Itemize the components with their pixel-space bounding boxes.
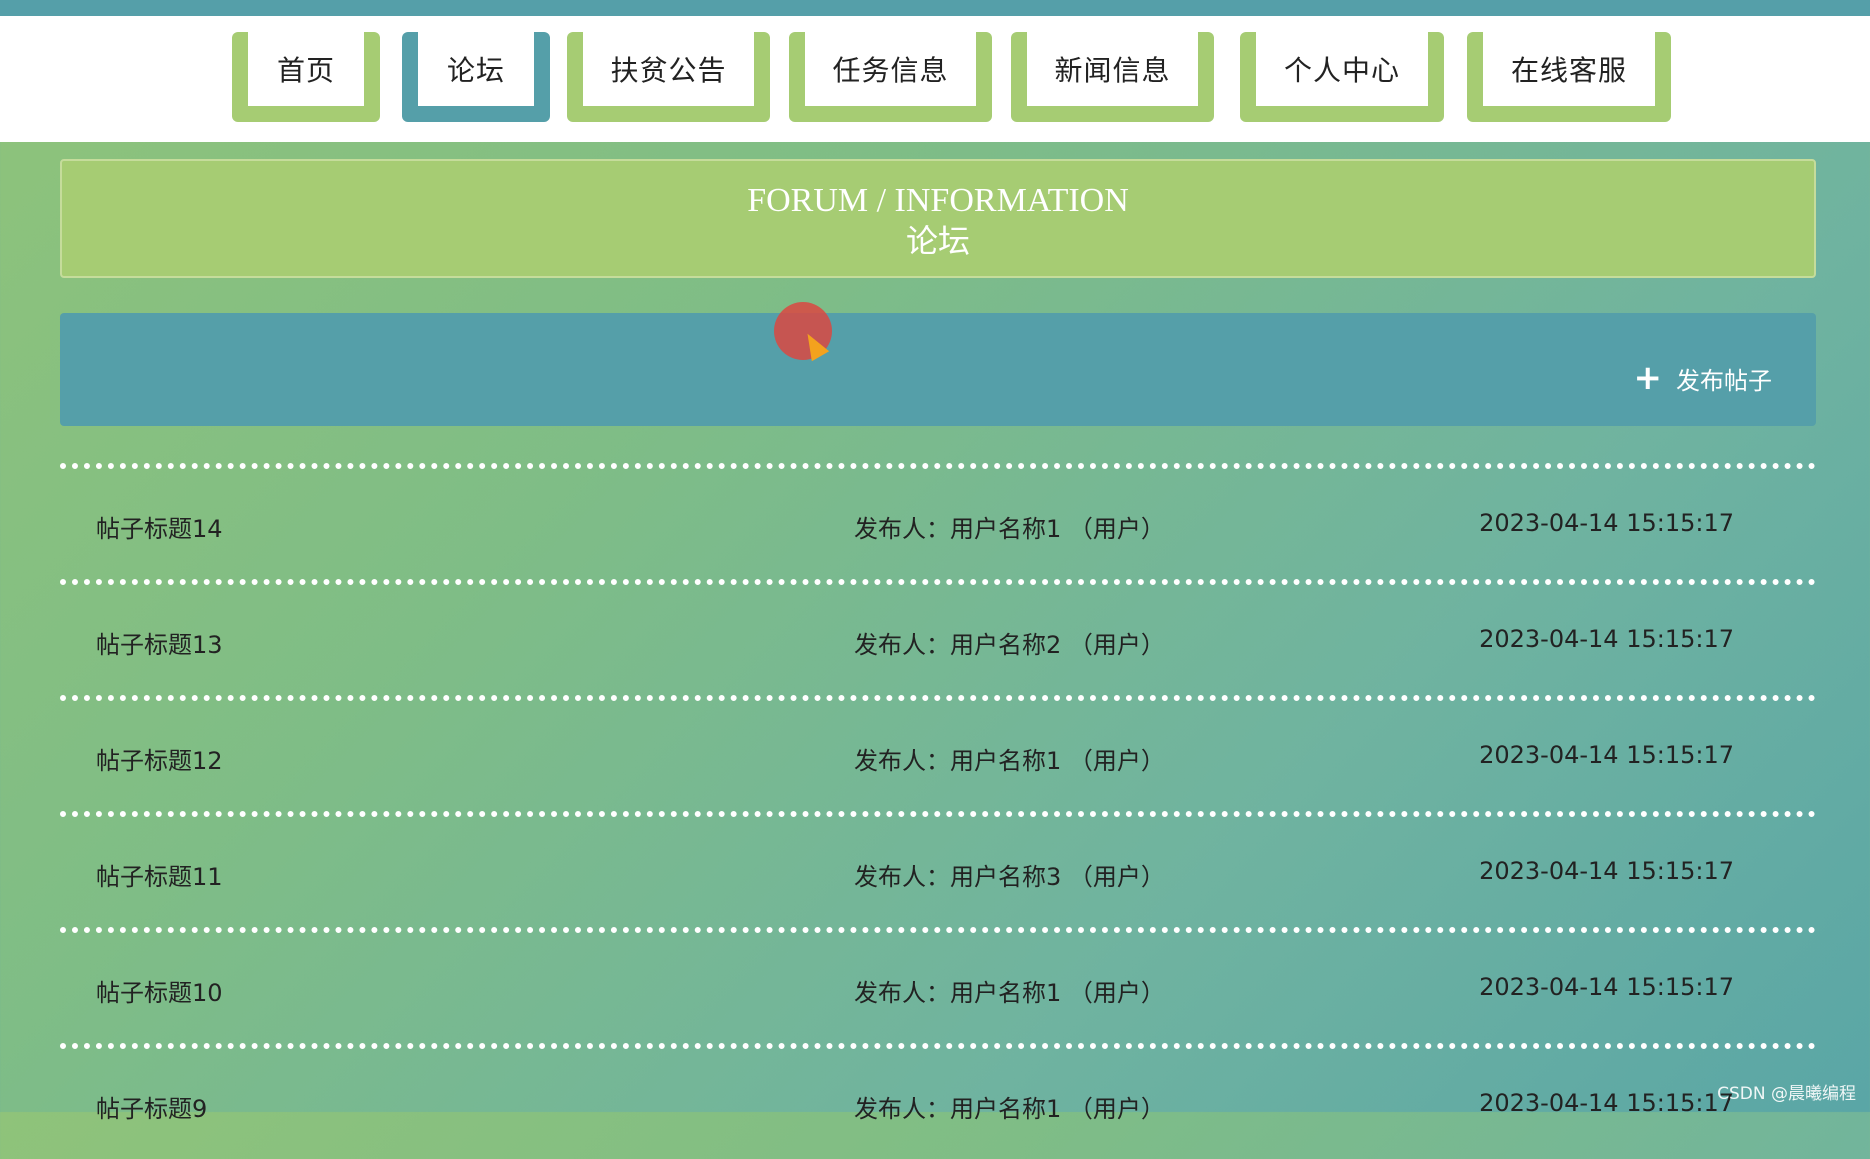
nav-item-personal-center[interactable]: 个人中心 bbox=[1240, 32, 1444, 122]
list-item[interactable]: 帖子标题13 发布人：用户名称2 （用户） 2023-04-14 15:15:1… bbox=[60, 585, 1816, 695]
forum-toolbar: + 发布帖子 bbox=[60, 313, 1816, 426]
plus-icon: + bbox=[1633, 358, 1663, 398]
nav-item-home[interactable]: 首页 bbox=[232, 32, 380, 122]
post-time: 2023-04-14 15:15:17 bbox=[1479, 509, 1734, 537]
post-author: 发布人：用户名称2 （用户） bbox=[854, 631, 1165, 659]
post-time: 2023-04-14 15:15:17 bbox=[1479, 973, 1734, 1001]
post-author: 发布人：用户名称3 （用户） bbox=[854, 863, 1165, 891]
nav-item-forum[interactable]: 论坛 bbox=[402, 32, 550, 122]
list-item[interactable]: 帖子标题10 发布人：用户名称1 （用户） 2023-04-14 15:15:1… bbox=[60, 933, 1816, 1043]
page-header-banner: FORUM / INFORMATION 论坛 bbox=[60, 159, 1816, 278]
publish-post-label: 发布帖子 bbox=[1676, 366, 1772, 395]
post-title[interactable]: 帖子标题14 bbox=[96, 509, 223, 544]
post-time: 2023-04-14 15:15:17 bbox=[1479, 625, 1734, 653]
top-strip bbox=[0, 0, 1870, 16]
watermark: CSDN @晨曦编程 bbox=[1717, 1084, 1856, 1104]
list-item[interactable]: 帖子标题11 发布人：用户名称3 （用户） 2023-04-14 15:15:1… bbox=[60, 817, 1816, 927]
nav-item-label: 首页 bbox=[248, 32, 364, 106]
post-author: 发布人：用户名称1 （用户） bbox=[854, 1095, 1165, 1123]
post-title[interactable]: 帖子标题12 bbox=[96, 741, 223, 776]
list-item[interactable]: 帖子标题9 发布人：用户名称1 （用户） 2023-04-14 15:15:17 bbox=[60, 1049, 1816, 1159]
nav-item-label: 新闻信息 bbox=[1027, 32, 1198, 106]
post-author: 发布人：用户名称1 （用户） bbox=[854, 747, 1165, 775]
post-title[interactable]: 帖子标题11 bbox=[96, 857, 223, 892]
list-item[interactable]: 帖子标题12 发布人：用户名称1 （用户） 2023-04-14 15:15:1… bbox=[60, 701, 1816, 811]
nav-item-news-info[interactable]: 新闻信息 bbox=[1011, 32, 1214, 122]
nav-item-label: 论坛 bbox=[418, 32, 534, 106]
nav-item-label: 在线客服 bbox=[1483, 32, 1655, 106]
post-time: 2023-04-14 15:15:17 bbox=[1479, 741, 1734, 769]
post-author: 发布人：用户名称1 （用户） bbox=[854, 979, 1165, 1007]
nav-item-online-service[interactable]: 在线客服 bbox=[1467, 32, 1671, 122]
post-title[interactable]: 帖子标题13 bbox=[96, 625, 223, 660]
nav-item-announcement[interactable]: 扶贫公告 bbox=[567, 32, 770, 122]
post-time: 2023-04-14 15:15:17 bbox=[1479, 1089, 1734, 1117]
post-title[interactable]: 帖子标题10 bbox=[96, 973, 223, 1008]
main-nav: 首页 论坛 扶贫公告 任务信息 新闻信息 个人中心 在线客服 bbox=[0, 32, 1870, 126]
nav-item-task-info[interactable]: 任务信息 bbox=[789, 32, 992, 122]
page-title-en: FORUM / INFORMATION bbox=[747, 182, 1129, 219]
nav-item-label: 任务信息 bbox=[805, 32, 976, 106]
nav-item-label: 扶贫公告 bbox=[583, 32, 754, 106]
post-title[interactable]: 帖子标题9 bbox=[96, 1089, 207, 1124]
publish-post-button[interactable]: + 发布帖子 bbox=[1634, 361, 1773, 395]
nav-item-label: 个人中心 bbox=[1256, 32, 1428, 106]
post-list: 帖子标题14 发布人：用户名称1 （用户） 2023-04-14 15:15:1… bbox=[60, 463, 1816, 1159]
list-item[interactable]: 帖子标题14 发布人：用户名称1 （用户） 2023-04-14 15:15:1… bbox=[60, 469, 1816, 579]
post-time: 2023-04-14 15:15:17 bbox=[1479, 857, 1734, 885]
page-title-cn: 论坛 bbox=[905, 222, 970, 260]
post-author: 发布人：用户名称1 （用户） bbox=[854, 515, 1165, 543]
